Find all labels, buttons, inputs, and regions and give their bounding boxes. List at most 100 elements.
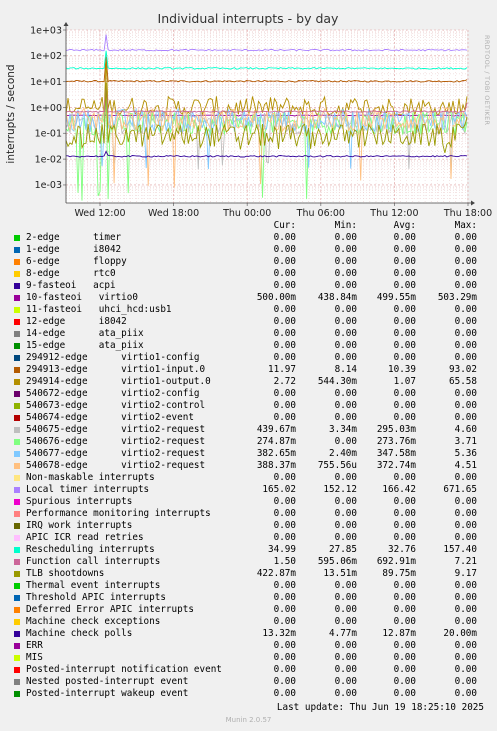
legend-min: 438.84m xyxy=(317,292,357,303)
legend-cur: 0.00 xyxy=(273,652,296,663)
legend-max: 4.60 xyxy=(454,424,477,435)
legend-rows: 2-edge timer 0.00 0.00 0.00 0.00 1-edge i8042… xyxy=(0,232,497,700)
legend-max: 0.00 xyxy=(454,688,477,699)
legend-row: 11-fasteoi uhci_hcd:usb1 0.00 0.00 0.00 0.00 xyxy=(0,304,497,316)
legend-max: 0.00 xyxy=(454,676,477,687)
legend-min: 0.00 xyxy=(334,472,357,483)
legend-max: 0.00 xyxy=(454,640,477,651)
legend-swatch xyxy=(14,499,20,505)
legend-swatch xyxy=(14,355,20,361)
legend-max: 0.00 xyxy=(454,532,477,543)
legend-min: 0.00 xyxy=(334,688,357,699)
legend-cur: 500.00m xyxy=(256,292,296,303)
legend-label: 294912-edge virtio1-config xyxy=(26,352,200,363)
legend-avg: 372.74m xyxy=(376,460,416,471)
legend-max: 7.21 xyxy=(454,556,477,567)
legend-label: 11-fasteoi uhci_hcd:usb1 xyxy=(26,304,172,315)
chart-title: Individual interrupts - by day xyxy=(158,11,340,26)
legend-cur: 0.00 xyxy=(273,232,296,243)
legend-swatch xyxy=(14,271,20,277)
legend-cur: 0.00 xyxy=(273,388,296,399)
legend-min: 152.12 xyxy=(323,484,357,495)
legend-min: 0.00 xyxy=(334,316,357,327)
legend-min: 595.06m xyxy=(317,556,357,567)
legend-cur: 1.50 xyxy=(273,556,296,567)
legend-row: 294912-edge virtio1-config 0.00 0.00 0.00 0.… xyxy=(0,352,497,364)
legend-avg: 0.00 xyxy=(393,280,416,291)
legend-min: 0.00 xyxy=(334,280,357,291)
legend-swatch xyxy=(14,667,20,673)
legend-min: 0.00 xyxy=(334,400,357,411)
legend-min: 0.00 xyxy=(334,256,357,267)
header-avg: Avg: xyxy=(393,220,416,231)
legend-avg: 0.00 xyxy=(393,496,416,507)
legend-swatch xyxy=(14,235,20,241)
legend-cur: 0.00 xyxy=(273,256,296,267)
legend-max: 0.00 xyxy=(454,268,477,279)
legend-avg: 0.00 xyxy=(393,472,416,483)
legend-row: Thermal event interrupts 0.00 0.00 0.00 0.00 xyxy=(0,580,497,592)
legend-max: 0.00 xyxy=(454,352,477,363)
legend-cur: 11.97 xyxy=(268,364,296,375)
legend-avg: 0.00 xyxy=(393,304,416,315)
legend-row: Posted-interrupt wakeup event 0.00 0.00 0.0… xyxy=(0,688,497,700)
legend-max: 0.00 xyxy=(454,328,477,339)
x-tick-label: Thu 06:00 xyxy=(296,208,345,219)
legend-label: ERR xyxy=(26,640,43,651)
legend-cur: 388.37m xyxy=(256,460,296,471)
legend-cur: 165.02 xyxy=(262,484,296,495)
legend-row: Local timer interrupts 165.02 152.12 166.42… xyxy=(0,484,497,496)
legend-avg: 1.07 xyxy=(393,376,416,387)
legend-cur: 0.00 xyxy=(273,268,296,279)
legend-label: 2-edge timer xyxy=(26,232,122,243)
legend-row: Machine check polls 13.32m 4.77m 12.87m 20.0… xyxy=(0,628,497,640)
legend-swatch xyxy=(14,427,20,433)
legend-avg: 0.00 xyxy=(393,256,416,267)
legend-min: 3.34m xyxy=(329,424,357,435)
legend-avg: 0.00 xyxy=(393,340,416,351)
legend-min: 0.00 xyxy=(334,412,357,423)
legend-max: 0.00 xyxy=(454,400,477,411)
legend-row: 2-edge timer 0.00 0.00 0.00 0.00 xyxy=(0,232,497,244)
legend-max: 0.00 xyxy=(454,280,477,291)
legend-swatch xyxy=(14,451,20,457)
legend-swatch xyxy=(14,559,20,565)
legend-row: Performance monitoring interrupts 0.00 0.0… xyxy=(0,508,497,520)
legend-avg: 89.75m xyxy=(382,568,416,579)
legend-min: 0.00 xyxy=(334,328,357,339)
legend-swatch xyxy=(14,379,20,385)
legend-min: 0.00 xyxy=(334,520,357,531)
legend-swatch xyxy=(14,439,20,445)
legend-row: Posted-interrupt notification event 0.00 0… xyxy=(0,664,497,676)
legend-max: 5.36 xyxy=(454,448,477,459)
legend-row: 14-edge ata_piix 0.00 0.00 0.00 0.00 xyxy=(0,328,497,340)
legend-swatch xyxy=(14,319,20,325)
legend-label: 540673-edge virtio2-control xyxy=(26,400,206,411)
legend-min: 0.00 xyxy=(334,232,357,243)
legend-min: 0.00 xyxy=(334,352,357,363)
legend-max: 0.00 xyxy=(454,244,477,255)
legend-row: Rescheduling interrupts 34.99 27.85 32.76 15… xyxy=(0,544,497,556)
header-max: Max: xyxy=(454,220,477,231)
legend-label: 9-fasteoi acpi xyxy=(26,280,116,291)
legend-row: 540672-edge virtio2-config 0.00 0.00 0.00 0.… xyxy=(0,388,497,400)
legend-max: 0.00 xyxy=(454,388,477,399)
legend-row: Nested posted-interrupt event 0.00 0.00 0.0… xyxy=(0,676,497,688)
legend-swatch xyxy=(14,391,20,397)
legend-label: 540675-edge virtio2-request xyxy=(26,424,206,435)
legend-cur: 439.67m xyxy=(256,424,296,435)
legend-swatch xyxy=(14,511,20,517)
y-axis-arrow xyxy=(63,22,69,26)
legend-min: 0.00 xyxy=(334,616,357,627)
legend-swatch xyxy=(14,259,20,265)
legend-avg: 0.00 xyxy=(393,316,416,327)
legend-min: 13.51m xyxy=(323,568,357,579)
legend-cur: 0.00 xyxy=(273,688,296,699)
legend-label: 10-fasteoi virtio0 xyxy=(26,292,138,303)
legend-label: 294913-edge virtio1-input.0 xyxy=(26,364,206,375)
legend-label: 8-edge rtc0 xyxy=(26,268,116,279)
legend-row: MIS 0.00 0.00 0.00 0.00 xyxy=(0,652,497,664)
legend-row: Deferred Error APIC interrupts 0.00 0.00 0.… xyxy=(0,604,497,616)
legend-max: 0.00 xyxy=(454,496,477,507)
legend-avg: 32.76 xyxy=(388,544,416,555)
